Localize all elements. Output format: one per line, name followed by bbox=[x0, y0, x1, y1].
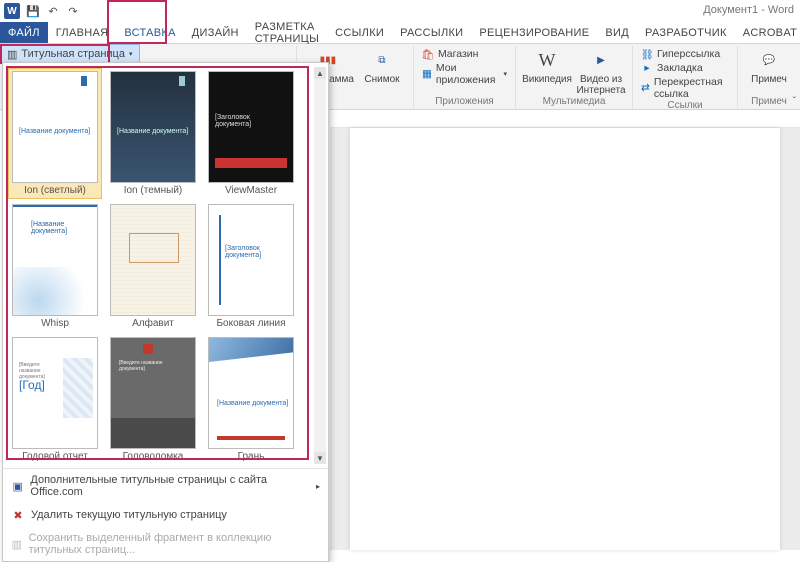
tab-review[interactable]: РЕЦЕНЗИРОВАНИЕ bbox=[471, 22, 597, 43]
undo-icon[interactable]: ↶ bbox=[46, 4, 60, 18]
gallery-item-facet[interactable]: [Название документа] Грань bbox=[205, 335, 297, 464]
gallery-item-puzzle[interactable]: [Введите название документа] Головоломка bbox=[107, 335, 199, 464]
screenshot-button[interactable]: ⧉ Снимок bbox=[359, 48, 405, 85]
tab-mailings[interactable]: РАССЫЛКИ bbox=[392, 22, 471, 43]
myapps-button[interactable]: ▦Мои приложения▾ bbox=[422, 62, 507, 86]
thumb-facet: [Название документа] bbox=[208, 337, 294, 449]
thumb-puzzle: [Введите название документа] bbox=[110, 337, 196, 449]
group-apps: 🛍Магазин ▦Мои приложения▾ Приложения bbox=[414, 46, 516, 108]
page-icon: ▥ bbox=[7, 48, 17, 61]
gallery-item-alphabet[interactable]: Алфавит bbox=[107, 202, 199, 331]
tab-design[interactable]: ДИЗАЙН bbox=[184, 22, 247, 43]
document-canvas[interactable] bbox=[330, 128, 800, 550]
tab-references[interactable]: ССЫЛКИ bbox=[327, 22, 392, 43]
store-button[interactable]: 🛍Магазин bbox=[422, 48, 507, 60]
cover-page-gallery: [Название документа] Ion (светлый) [Назв… bbox=[2, 62, 329, 562]
horizontal-ruler bbox=[330, 110, 800, 128]
group-media-label: Мультимедиа bbox=[543, 96, 606, 108]
thumb-ion-dark: [Название документа] bbox=[110, 71, 196, 183]
gallery-item-whisp[interactable]: [Название документа] Whisp bbox=[9, 202, 101, 331]
group-links-label: Ссылки bbox=[667, 100, 702, 112]
thumb-alphabet bbox=[110, 204, 196, 316]
video-label: Видео из Интернета bbox=[576, 74, 625, 96]
redo-icon[interactable]: ↷ bbox=[66, 4, 80, 18]
document-title: Документ1 - Word bbox=[703, 4, 794, 16]
thumb-ion-light: [Название документа] bbox=[12, 71, 98, 183]
office-icon: ▣ bbox=[11, 479, 24, 493]
title-bar: W 💾 ↶ ↷ Документ1 - Word bbox=[0, 0, 800, 22]
tab-home[interactable]: ГЛАВНАЯ bbox=[48, 22, 117, 43]
screenshot-label: Снимок bbox=[364, 74, 399, 85]
gallery-label: Боковая линия bbox=[216, 318, 285, 329]
scroll-down-icon[interactable]: ▼ bbox=[314, 452, 326, 464]
gallery-label: ViewMaster bbox=[225, 185, 277, 196]
group-comments: 💬 Примеч Примеч bbox=[738, 46, 800, 108]
gallery-footer: ▣ Дополнительные титульные страницы с са… bbox=[3, 468, 328, 561]
gallery-item-ion-light[interactable]: [Название документа] Ion (светлый) bbox=[9, 69, 101, 198]
group-comments-label: Примеч bbox=[751, 96, 787, 108]
link-icon: ⛓ bbox=[641, 48, 653, 60]
tab-insert[interactable]: ВСТАВКА bbox=[116, 22, 183, 43]
wikipedia-label: Википедия bbox=[522, 74, 572, 85]
crossref-button[interactable]: ⇄Перекрестная ссылка bbox=[641, 76, 729, 100]
cover-page-label: Титульная страница bbox=[21, 48, 125, 60]
group-media: W Википедия ▶ Видео из Интернета Мультим… bbox=[516, 46, 633, 108]
gallery-label: Ion (темный) bbox=[124, 185, 183, 196]
bookmark-icon: ▸ bbox=[641, 62, 653, 74]
quick-access-toolbar: 💾 ↶ ↷ bbox=[26, 4, 80, 18]
more-from-office-button[interactable]: ▣ Дополнительные титульные страницы с са… bbox=[3, 469, 328, 503]
save-icon[interactable]: 💾 bbox=[26, 4, 40, 18]
gallery-item-viewmaster[interactable]: [Заголовок документа] ViewMaster bbox=[205, 69, 297, 198]
wikipedia-button[interactable]: W Википедия bbox=[524, 48, 570, 85]
gallery-item-ion-dark[interactable]: [Название документа] Ion (темный) bbox=[107, 69, 199, 198]
thumb-annual: [Введите название документа] [Год] bbox=[12, 337, 98, 449]
screenshot-icon: ⧉ bbox=[370, 48, 394, 72]
chevron-down-icon: ▾ bbox=[129, 50, 133, 58]
crossref-icon: ⇄ bbox=[641, 82, 650, 94]
wikipedia-icon: W bbox=[535, 48, 559, 72]
page bbox=[350, 128, 780, 550]
online-video-button[interactable]: ▶ Видео из Интернета bbox=[578, 48, 624, 96]
save-selection-button: ▥ Сохранить выделенный фрагмент в коллек… bbox=[3, 527, 328, 561]
group-apps-label: Приложения bbox=[435, 96, 494, 108]
tab-view[interactable]: ВИД bbox=[597, 22, 637, 43]
bookmark-button[interactable]: ▸Закладка bbox=[641, 62, 729, 74]
tab-file[interactable]: ФАЙЛ bbox=[0, 22, 48, 43]
comment-button[interactable]: 💬 Примеч bbox=[746, 48, 792, 85]
gallery-label: Алфавит bbox=[132, 318, 174, 329]
group-links: ⛓Гиперссылка ▸Закладка ⇄Перекрестная ссы… bbox=[633, 46, 738, 108]
gallery-item-sideline[interactable]: [Заголовок документа] Боковая линия bbox=[205, 202, 297, 331]
save-selection-icon: ▥ bbox=[11, 537, 23, 551]
thumb-whisp: [Название документа] bbox=[12, 204, 98, 316]
video-icon: ▶ bbox=[589, 48, 613, 72]
gallery-label: Whisp bbox=[41, 318, 69, 329]
word-app-icon: W bbox=[4, 3, 20, 19]
scroll-up-icon[interactable]: ▲ bbox=[314, 67, 326, 79]
gallery-label: Годовой отчет bbox=[22, 451, 88, 462]
gallery-scrollbar[interactable]: ▲ ▼ bbox=[314, 67, 326, 464]
remove-cover-button[interactable]: ✖ Удалить текущую титульную страницу bbox=[3, 503, 328, 527]
gallery-label: Ion (светлый) bbox=[24, 185, 86, 196]
ribbon-tabs: ФАЙЛ ГЛАВНАЯ ВСТАВКА ДИЗАЙН РАЗМЕТКА СТР… bbox=[0, 22, 800, 44]
tab-developer[interactable]: РАЗРАБОТЧИК bbox=[637, 22, 735, 43]
cover-page-button[interactable]: ▥ Титульная страница ▾ bbox=[0, 44, 140, 64]
gallery-label: Головоломка bbox=[123, 451, 184, 462]
comment-label: Примеч bbox=[751, 74, 787, 85]
thumb-viewmaster: [Заголовок документа] bbox=[208, 71, 294, 183]
tab-layout[interactable]: РАЗМЕТКА СТРАНИЦЫ bbox=[247, 22, 327, 43]
thumb-sideline: [Заголовок документа] bbox=[208, 204, 294, 316]
collapse-ribbon-icon[interactable]: ˇ bbox=[793, 96, 796, 107]
apps-icon: ▦ bbox=[422, 68, 432, 80]
tab-acrobat[interactable]: ACROBAT bbox=[735, 22, 800, 43]
gallery-label: Грань bbox=[238, 451, 265, 462]
group-label bbox=[354, 96, 357, 108]
hyperlink-button[interactable]: ⛓Гиперссылка bbox=[641, 48, 729, 60]
gallery-item-annual[interactable]: [Введите название документа] [Год] Годов… bbox=[9, 335, 101, 464]
store-icon: 🛍 bbox=[422, 48, 434, 60]
comment-icon: 💬 bbox=[757, 48, 781, 72]
delete-icon: ✖ bbox=[11, 508, 25, 522]
